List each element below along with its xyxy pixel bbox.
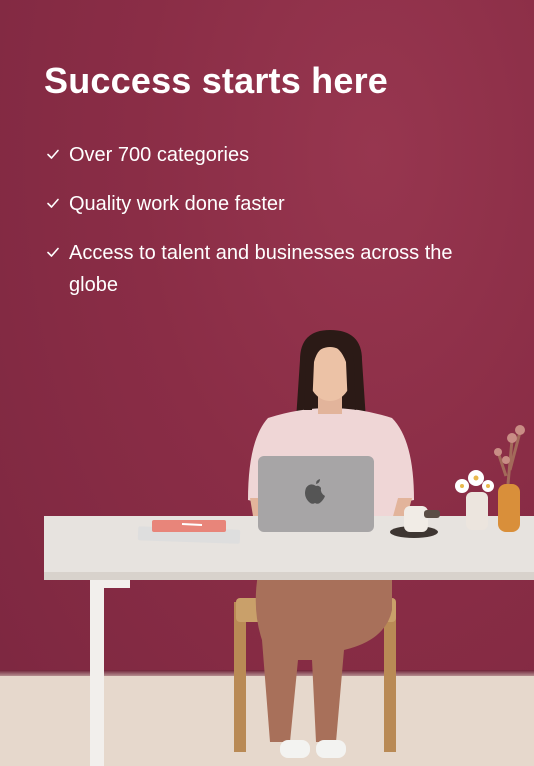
headline: Success starts here (44, 60, 389, 101)
trousers (255, 574, 392, 742)
promo-panel: Success starts here Over 700 categories … (0, 0, 534, 766)
feature-text: Access to talent and businesses across t… (69, 242, 453, 296)
feature-item: Access to talent and businesses across t… (44, 237, 494, 301)
shoe-left (280, 740, 310, 758)
vase-white (466, 492, 488, 530)
feature-item: Over 700 categories (44, 139, 494, 171)
feature-text: Quality work done faster (69, 193, 285, 215)
check-icon (46, 147, 60, 161)
feature-list: Over 700 categories Quality work done fa… (44, 139, 494, 318)
desk-leg-left (90, 580, 104, 766)
hero-photo (44, 330, 534, 766)
check-icon (46, 245, 60, 259)
desk-edge (44, 572, 534, 580)
check-icon (46, 196, 60, 210)
shoe-right (316, 740, 346, 758)
book-top (152, 520, 226, 532)
daisies (455, 470, 494, 493)
mug (404, 506, 428, 532)
feature-item: Quality work done faster (44, 188, 494, 220)
vase-amber (498, 484, 520, 532)
desk-leg-bar (90, 580, 130, 588)
feature-text: Over 700 categories (69, 144, 250, 166)
